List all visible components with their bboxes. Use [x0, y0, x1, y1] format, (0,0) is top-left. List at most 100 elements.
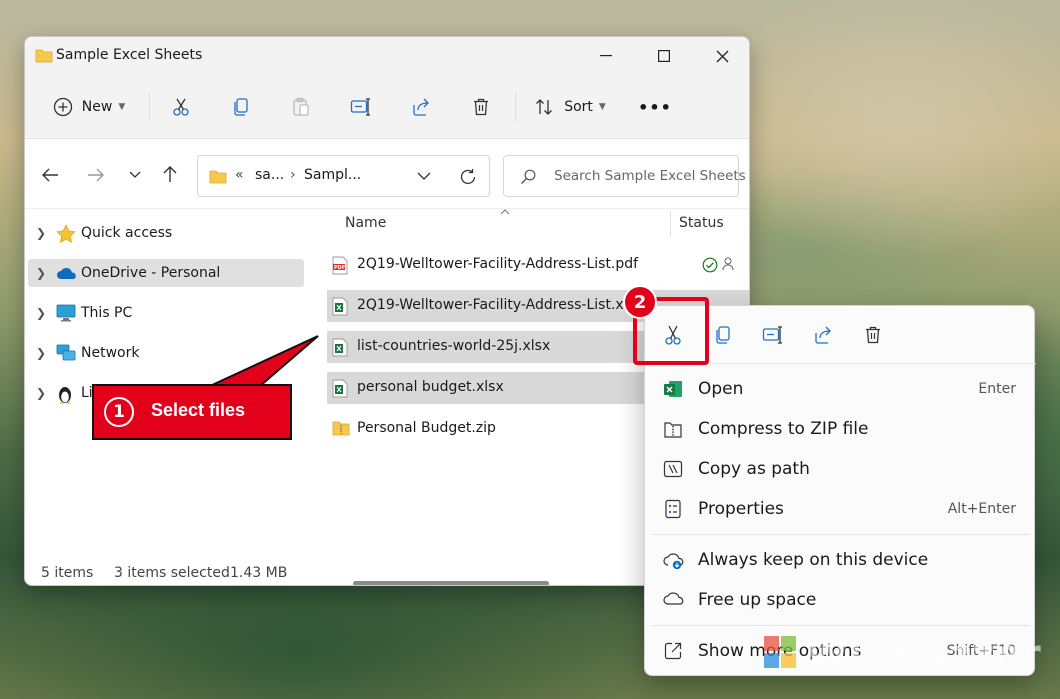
excel-file-icon	[332, 379, 348, 398]
address-bar[interactable]: « sa... › Sampl...	[197, 155, 490, 197]
context-share-button[interactable]	[805, 318, 841, 352]
plus-circle-icon	[53, 97, 72, 117]
zip-file-icon	[664, 422, 682, 438]
context-item-shortcut: Alt+Enter	[947, 501, 1016, 517]
context-copy-button[interactable]	[705, 318, 741, 352]
toolbar-divider	[149, 93, 150, 121]
up-arrow-icon[interactable]	[162, 165, 178, 183]
expand-chevron-icon[interactable]: ❯	[36, 346, 46, 360]
share-icon	[413, 98, 429, 116]
maximize-button[interactable]	[635, 37, 693, 75]
maximize-icon	[658, 50, 670, 62]
sidebar-item-label: This PC	[81, 305, 133, 321]
rename-button[interactable]	[341, 89, 381, 125]
window-title: Sample Excel Sheets	[56, 47, 203, 63]
delete-button[interactable]	[461, 89, 501, 125]
close-button[interactable]	[693, 37, 749, 75]
context-item-open[interactable]: Open Enter	[651, 370, 1030, 408]
cut-button[interactable]	[161, 89, 201, 125]
sidebar-item-label: OneDrive - Personal	[81, 265, 221, 281]
copy-icon	[716, 326, 730, 344]
breadcrumb-segment-2[interactable]: Sampl...	[304, 167, 361, 183]
toolbar-divider	[515, 93, 516, 121]
recent-locations-chevron-icon[interactable]	[129, 171, 141, 179]
sidebar-item-label: Li	[81, 385, 93, 401]
rename-icon	[350, 98, 370, 116]
more-options-button[interactable]: •••	[635, 89, 675, 125]
title-bar[interactable]: Sample Excel Sheets	[25, 37, 749, 75]
file-name: 2Q19-Welltower-Facility-Address-List.pdf	[357, 256, 639, 272]
excel-app-icon	[664, 381, 682, 397]
copy-button[interactable]	[221, 89, 261, 125]
paste-button[interactable]	[281, 89, 321, 125]
winbuzzer-logo-icon	[764, 636, 796, 668]
column-header-name[interactable]: Name	[345, 215, 386, 231]
shared-person-icon	[722, 257, 734, 271]
folder-icon	[209, 170, 227, 184]
breadcrumb-segment-1[interactable]: sa...	[255, 167, 284, 183]
context-item-always-keep[interactable]: Always keep on this device	[651, 541, 1030, 579]
step2-number-badge: 2	[623, 285, 657, 319]
selected-count: 3 items selected	[114, 565, 230, 581]
sort-button[interactable]: Sort ▼	[527, 89, 613, 125]
menu-separator	[651, 625, 1030, 626]
share-button[interactable]	[401, 89, 441, 125]
sort-icon	[536, 99, 553, 115]
column-header-status[interactable]: Status	[679, 215, 724, 231]
sidebar-item-onedrive[interactable]: ❯ OneDrive - Personal	[28, 259, 304, 287]
sidebar-item-label: Network	[81, 345, 140, 361]
paste-icon	[293, 97, 309, 116]
file-name: personal budget.xlsx	[357, 379, 504, 395]
context-item-label: Always keep on this device	[698, 550, 929, 570]
context-item-shortcut: Enter	[978, 381, 1016, 397]
navigation-bar: « sa... › Sampl... Search Sample Excel S…	[25, 139, 749, 209]
excel-file-icon	[332, 338, 348, 357]
back-arrow-icon[interactable]	[41, 167, 59, 183]
sidebar-item-label: Quick access	[81, 225, 173, 241]
folder-icon	[35, 49, 53, 63]
refresh-icon[interactable]	[459, 168, 477, 186]
expand-chevron-icon[interactable]: ❯	[36, 306, 46, 320]
sidebar-item-this-pc[interactable]: ❯ This PC	[28, 299, 304, 327]
sort-ascending-icon	[500, 209, 510, 215]
expand-chevron-icon[interactable]: ❯	[36, 226, 46, 240]
sidebar-item-quick-access[interactable]: ❯ Quick access	[28, 219, 304, 247]
context-item-properties[interactable]: Properties Alt+Enter	[651, 490, 1030, 528]
context-rename-button[interactable]	[755, 318, 791, 352]
menu-separator	[651, 534, 1030, 535]
file-row[interactable]: PDF 2Q19-Welltower-Facility-Address-List…	[327, 249, 749, 281]
rename-icon	[762, 326, 782, 344]
search-box[interactable]: Search Sample Excel Sheets	[503, 155, 746, 197]
synced-check-icon	[702, 257, 718, 273]
expand-chevron-icon[interactable]: ❯	[36, 386, 46, 400]
context-item-label: Copy as path	[698, 459, 810, 479]
new-button[interactable]: New ▼	[41, 89, 137, 125]
expand-chevron-icon[interactable]: ❯	[36, 266, 46, 280]
linux-penguin-icon	[59, 387, 71, 404]
address-dropdown-icon[interactable]	[417, 172, 431, 180]
context-item-compress-zip[interactable]: Compress to ZIP file	[651, 410, 1030, 448]
address-overflow[interactable]: «	[235, 167, 244, 183]
new-label: New	[81, 99, 113, 115]
network-icon	[56, 344, 76, 361]
cloud-download-icon	[663, 553, 684, 570]
context-item-copy-as-path[interactable]: Copy as path	[651, 450, 1030, 488]
share-icon	[815, 326, 831, 344]
zip-folder-icon	[332, 421, 350, 436]
column-divider[interactable]	[670, 211, 671, 237]
search-icon	[521, 169, 536, 184]
file-name: list-countries-world-25j.xlsx	[357, 338, 551, 354]
trash-icon	[474, 98, 488, 116]
context-item-free-up-space[interactable]: Free up space	[651, 581, 1030, 619]
sort-label: Sort	[564, 99, 593, 115]
copy-icon	[234, 98, 248, 116]
context-delete-button[interactable]	[855, 318, 891, 352]
file-name: Personal Budget.zip	[357, 420, 496, 436]
context-item-label: Compress to ZIP file	[698, 419, 869, 439]
file-name: 2Q19-Welltower-Facility-Address-List.xls…	[357, 297, 644, 313]
watermark-text: WinBuzzer	[806, 632, 1042, 676]
item-count: 5 items	[41, 565, 94, 581]
minimize-button[interactable]	[577, 37, 635, 75]
forward-arrow-icon[interactable]	[87, 167, 105, 183]
step1-callout: 1 Select files	[92, 384, 292, 440]
